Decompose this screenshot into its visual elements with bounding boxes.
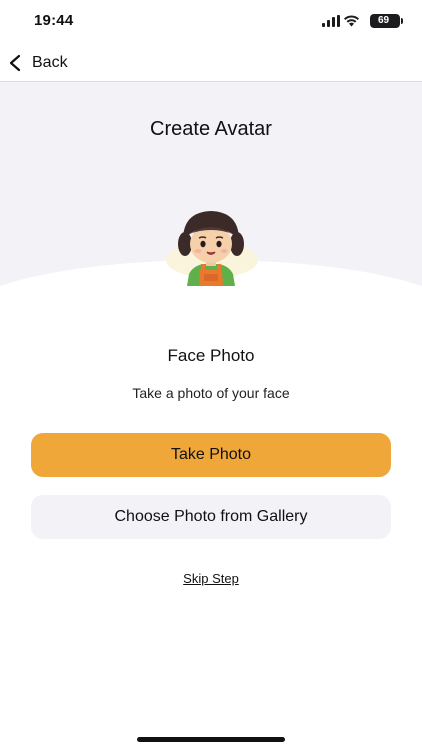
- page-title: Create Avatar: [150, 118, 272, 140]
- status-bar: 19:44 69: [0, 0, 422, 44]
- section-subtitle: Take a photo of your face: [132, 385, 290, 401]
- battery-level: 69: [377, 15, 390, 26]
- take-photo-button[interactable]: Take Photo: [31, 433, 391, 477]
- battery-icon: 69: [370, 14, 403, 28]
- choose-from-gallery-button[interactable]: Choose Photo from Gallery: [31, 495, 391, 539]
- navigation-bar: Back: [0, 44, 422, 82]
- back-label: Back: [32, 54, 68, 71]
- cellular-signal-icon: [322, 15, 340, 27]
- back-button[interactable]: Back: [8, 50, 68, 76]
- avatar-header: Create Avatar: [0, 82, 422, 322]
- skip-step-link[interactable]: Skip Step: [0, 571, 422, 586]
- section-title: Face Photo: [167, 346, 255, 365]
- chevron-left-icon: [9, 54, 21, 72]
- home-indicator[interactable]: [137, 737, 285, 742]
- battery-cap: [401, 18, 403, 24]
- avatar-illustration: [178, 211, 244, 286]
- status-time: 19:44: [34, 12, 74, 29]
- wifi-icon: [344, 15, 359, 27]
